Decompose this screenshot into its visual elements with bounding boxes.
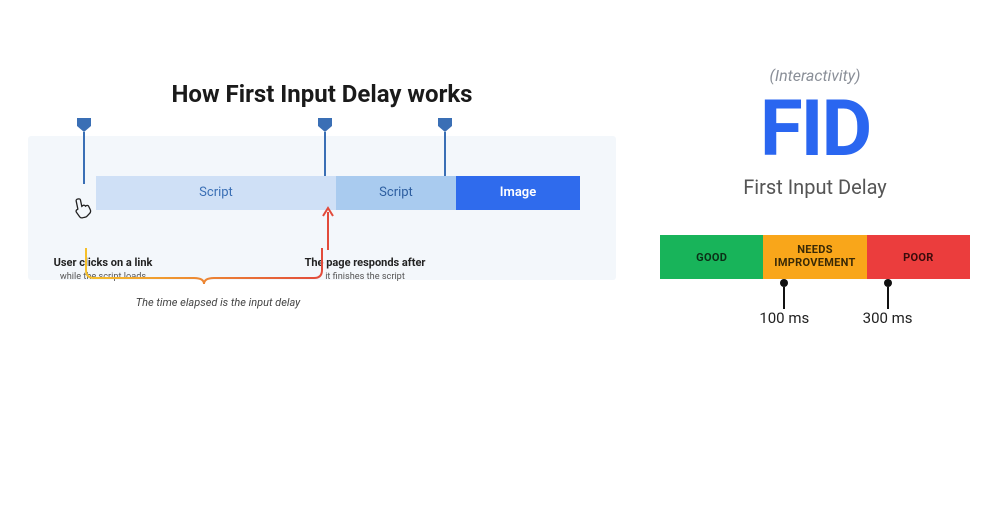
segment-script: Script (96, 176, 336, 210)
timeline-track: Script Script Image (96, 176, 580, 210)
threshold-scale: GOOD NEEDS IMPROVEMENT POOR (660, 235, 970, 279)
annotation-page-responds: The page responds after it finishes the … (275, 256, 455, 283)
left-title: How First Input Delay works (28, 80, 616, 108)
timeline-box: Script Script Image User clicks on a lin… (28, 136, 616, 280)
pointer-hand-icon (71, 194, 96, 225)
metric-category: (Interactivity) (650, 66, 980, 85)
segment-image: Image (456, 176, 580, 210)
delay-caption: The time elapsed is the input delay (88, 296, 348, 309)
annotation-user-click: User clicks on a link while the script l… (28, 256, 178, 283)
metric-full-name: First Input Delay (650, 175, 980, 199)
band-good: GOOD (660, 235, 763, 279)
tick: 100 ms (759, 279, 809, 327)
fid-metric-panel: (Interactivity) FID First Input Delay GO… (650, 66, 980, 339)
tick: 300 ms (863, 279, 913, 327)
pin-icon (77, 118, 91, 184)
pin-icon (438, 118, 452, 184)
band-needs: NEEDS IMPROVEMENT (763, 235, 866, 279)
segment-script: Script (336, 176, 456, 210)
tick-label: 300 ms (863, 309, 913, 327)
threshold-ticks: 100 ms 300 ms (660, 279, 970, 339)
metric-acronym: FID (650, 91, 980, 169)
pin-icon (318, 118, 332, 184)
tick-label: 100 ms (759, 309, 809, 327)
fid-how-it-works-panel: How First Input Delay works Script Scrip… (28, 80, 616, 280)
band-poor: POOR (867, 235, 970, 279)
